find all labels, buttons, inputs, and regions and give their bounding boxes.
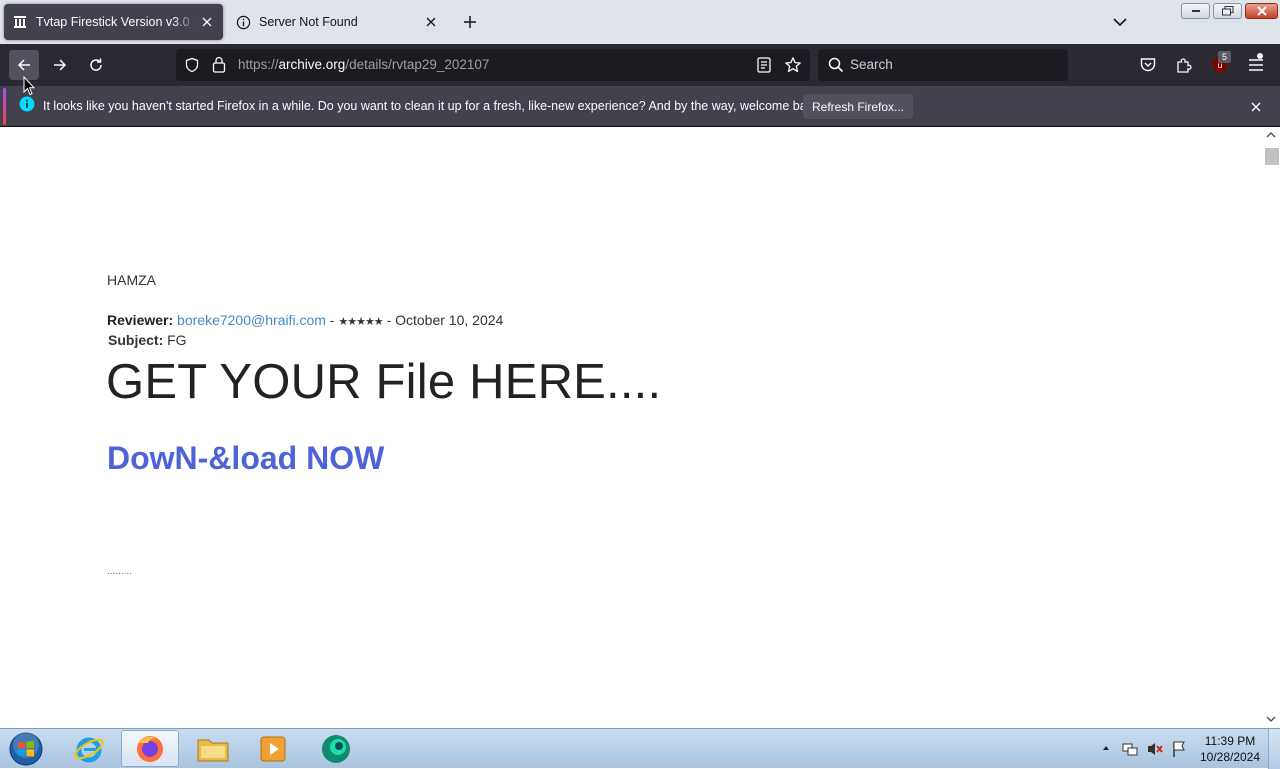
- arrow-right-icon: [54, 59, 67, 71]
- tab-tvtap-firestick[interactable]: Tvtap Firestick Version v3.0 : Free: [4, 4, 223, 40]
- network-icon[interactable]: [1122, 741, 1138, 757]
- volume-muted-icon[interactable]: [1146, 741, 1164, 757]
- bookmark-star-icon[interactable]: [784, 56, 802, 79]
- close-icon: [1256, 6, 1267, 16]
- taskbar-media-player[interactable]: [244, 730, 302, 767]
- refresh-firefox-button[interactable]: Refresh Firefox...: [803, 94, 913, 119]
- arrow-left-icon: [17, 59, 30, 71]
- search-placeholder: Search: [850, 57, 893, 72]
- review-meta-line: Reviewer: boreke7200@hraifi.com - ★★★★★ …: [107, 312, 503, 328]
- reviewer-label: Reviewer:: [107, 312, 174, 328]
- lock-icon[interactable]: [212, 56, 226, 78]
- scroll-up-arrow-icon[interactable]: [1266, 130, 1276, 140]
- review-author-name: HAMZA: [107, 272, 156, 288]
- windows-orb-icon: [9, 732, 43, 766]
- show-hidden-icons-icon[interactable]: [1102, 745, 1110, 751]
- windows-taskbar: 11:39 PM 10/28/2024: [0, 728, 1280, 769]
- notification-accent: [3, 88, 6, 125]
- minimize-button[interactable]: [1181, 3, 1210, 19]
- scrollbar-thumb[interactable]: [1265, 148, 1279, 165]
- action-center-flag-icon[interactable]: [1171, 740, 1187, 758]
- url-bar[interactable]: https://archive.org/details/rvtap29_2021…: [176, 49, 810, 81]
- taskbar-file-explorer[interactable]: [184, 730, 242, 767]
- close-tab-icon[interactable]: [197, 12, 217, 32]
- tab-bar: Tvtap Firestick Version v3.0 : Free Serv…: [0, 0, 1280, 44]
- clock-time: 11:39 PM: [1204, 734, 1256, 748]
- taskbar-clock[interactable]: 11:39 PM 10/28/2024: [1195, 733, 1265, 765]
- extensions-puzzle-icon[interactable]: [1174, 55, 1194, 75]
- extension-badge-count: 5: [1218, 51, 1231, 63]
- url-path: /details/rvtap29_202107: [345, 57, 490, 72]
- info-icon: [19, 96, 35, 117]
- url-host: archive.org: [278, 57, 346, 72]
- archive-icon: [12, 14, 28, 30]
- list-all-tabs-button[interactable]: [1108, 10, 1132, 34]
- forward-button[interactable]: [45, 50, 75, 80]
- download-now-link[interactable]: DowN-&load NOW: [107, 440, 384, 477]
- navigation-toolbar: https://archive.org/details/rvtap29_2021…: [0, 44, 1280, 86]
- separator: -: [329, 312, 335, 328]
- info-icon: [235, 14, 251, 30]
- system-tray: [1098, 729, 1198, 769]
- tracking-protection-shield-icon[interactable]: [184, 57, 200, 78]
- url-prefix: https://: [238, 57, 279, 72]
- subject-value: FG: [167, 332, 187, 348]
- tab-title: Tvtap Firestick Version v3.0 : Free: [36, 15, 197, 29]
- notification-bar: It looks like you haven't started Firefo…: [0, 86, 1280, 127]
- review-date: - October 10, 2024: [386, 312, 504, 328]
- subject-label: Subject:: [108, 332, 164, 348]
- rating-stars: ★★★★★: [338, 316, 383, 328]
- taskbar-app[interactable]: [307, 730, 365, 767]
- restore-button[interactable]: [1213, 3, 1242, 19]
- mouse-cursor-icon: [23, 76, 35, 96]
- firefox-icon: [137, 735, 163, 762]
- close-notification-icon[interactable]: [1248, 99, 1264, 115]
- reader-view-icon[interactable]: [757, 57, 771, 78]
- page-scrollbar[interactable]: [1262, 128, 1280, 728]
- tab-title: Server Not Found: [259, 15, 358, 29]
- plus-icon: [464, 16, 476, 28]
- page-content: HAMZA Reviewer: boreke7200@hraifi.com - …: [0, 128, 1262, 728]
- clock-date: 10/28/2024: [1199, 750, 1261, 764]
- search-icon: [828, 57, 844, 78]
- internet-explorer-icon: [74, 737, 104, 762]
- reviewer-email-link[interactable]: boreke7200@hraifi.com: [177, 312, 326, 328]
- review-headline: GET YOUR File HERE....: [106, 355, 662, 409]
- restore-icon: [1221, 6, 1233, 16]
- dotted-text: .........: [107, 566, 133, 577]
- menu-hamburger-icon[interactable]: [1246, 55, 1266, 75]
- reload-icon: [90, 58, 102, 71]
- close-window-button[interactable]: [1245, 3, 1278, 19]
- notification-message: It looks like you haven't started Firefo…: [43, 99, 823, 113]
- taskbar-firefox[interactable]: [121, 730, 179, 767]
- url-text[interactable]: https://archive.org/details/rvtap29_2021…: [238, 57, 489, 72]
- show-desktop-button[interactable]: [1268, 729, 1280, 769]
- tab-server-not-found[interactable]: Server Not Found: [227, 4, 447, 40]
- media-player-icon: [260, 736, 286, 761]
- close-tab-icon[interactable]: [421, 12, 441, 32]
- start-button[interactable]: [6, 730, 46, 768]
- review-subject-line: Subject: FG: [108, 332, 187, 348]
- new-tab-button[interactable]: [458, 10, 482, 34]
- scroll-down-arrow-icon[interactable]: [1266, 714, 1276, 724]
- search-bar[interactable]: Search: [818, 49, 1068, 81]
- taskbar-internet-explorer[interactable]: [60, 730, 118, 767]
- reload-button[interactable]: [81, 50, 111, 80]
- pocket-icon[interactable]: [1138, 55, 1158, 75]
- minimize-icon: [1191, 10, 1200, 12]
- app-icon: [322, 734, 350, 763]
- chevron-down-icon: [1113, 18, 1127, 27]
- file-explorer-icon: [197, 739, 229, 761]
